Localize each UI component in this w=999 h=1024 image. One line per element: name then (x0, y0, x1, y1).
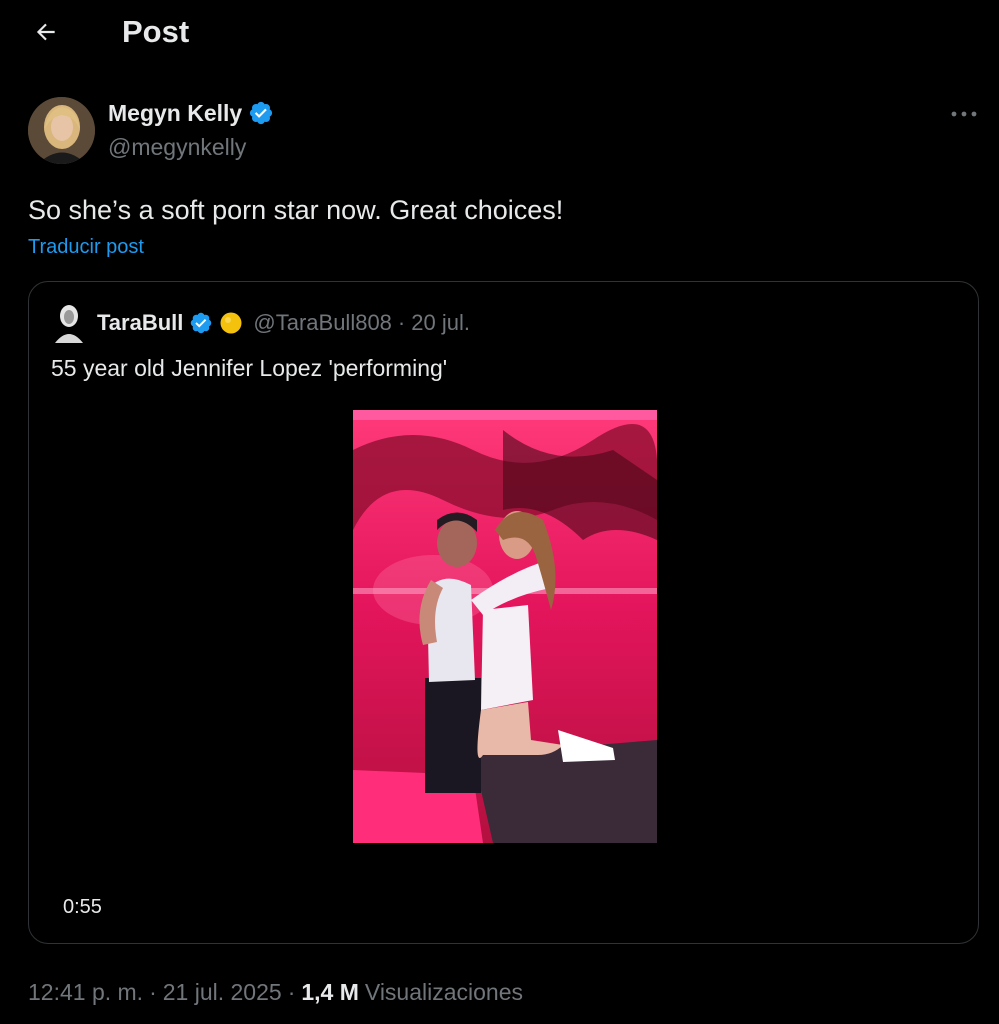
post-text: So she’s a soft porn star now. Great cho… (28, 195, 564, 225)
author-avatar[interactable] (28, 97, 95, 164)
translate-post-link[interactable]: Traducir post (28, 233, 144, 261)
video-thumbnail (353, 410, 657, 843)
video-player[interactable] (353, 410, 657, 843)
quoted-post-date[interactable]: 20 jul. (411, 307, 470, 339)
quoted-author-avatar (51, 303, 87, 343)
arrow-left-icon (36, 23, 55, 41)
quoted-post-text: 55 year old Jennifer Lopez 'performing' (51, 355, 448, 381)
more-dots-icon (951, 111, 977, 117)
author-handle[interactable]: @megynkelly (108, 132, 246, 162)
author-name[interactable]: Megyn Kelly (108, 97, 274, 129)
quoted-author-handle[interactable]: @TaraBull808 (253, 307, 392, 339)
post-date[interactable]: 21 jul. 2025 (163, 976, 282, 1008)
quoted-post-header: TaraBull @TaraBull808 · 20 jul. (97, 307, 470, 339)
verified-badge-icon (191, 312, 212, 334)
avatar-image (28, 97, 95, 164)
dot-separator: · (397, 310, 406, 335)
page-title: Post (122, 14, 190, 49)
post-time[interactable]: 12:41 p. m. (28, 976, 143, 1008)
author-name-text: Megyn Kelly (108, 100, 243, 126)
back-button[interactable] (26, 12, 66, 52)
quoted-post-card[interactable]: TaraBull @TaraBull808 · 20 jul. 55 year … (28, 281, 979, 944)
views-label: Visualizaciones (364, 979, 524, 1005)
video-duration: 0:55 (63, 896, 102, 918)
views-count: 1,4 M (301, 979, 359, 1005)
dot-separator: · (287, 979, 296, 1005)
dot-separator: · (149, 979, 157, 1005)
verified-badge-icon (250, 101, 273, 125)
post-page: Post Megyn Kelly @megynkelly So she’s a … (0, 0, 999, 1024)
top-bar: Post (0, 0, 999, 64)
more-options-button[interactable] (944, 100, 984, 128)
post-meta: 12:41 p. m. · 21 jul. 2025 · 1,4 M Visua… (28, 976, 523, 1008)
avatar-image (51, 303, 87, 343)
quoted-author-name[interactable]: TaraBull (97, 307, 183, 339)
yellow-circle-emoji-icon (220, 312, 242, 334)
